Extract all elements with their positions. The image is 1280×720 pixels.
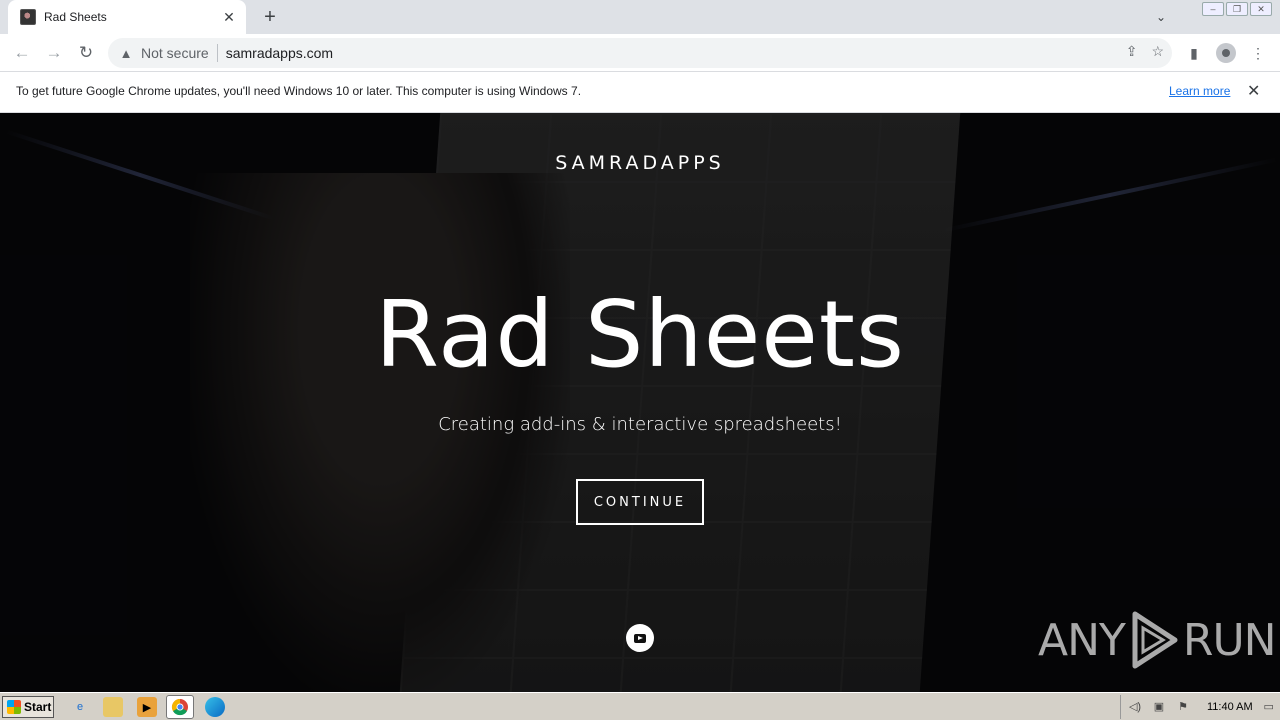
- windows-logo-icon: [7, 700, 21, 714]
- watermark-left-text: ANY: [1038, 614, 1126, 666]
- infobar-message: To get future Google Chrome updates, you…: [16, 84, 582, 98]
- system-tray: ◁) ▣ ⚑ 11:40 AM ▭: [1120, 695, 1280, 719]
- watermark-play-icon: [1132, 611, 1178, 669]
- show-desktop-icon[interactable]: ▭: [1261, 700, 1277, 714]
- address-bar-actions: ⇪ ☆: [1126, 43, 1164, 60]
- window-controls: – ❐ ✕: [1202, 2, 1272, 16]
- tab-title: Rad Sheets: [44, 10, 107, 24]
- site-favicon-icon: [20, 9, 36, 25]
- anyrun-watermark: ANY RUN: [1038, 610, 1277, 670]
- update-infobar: To get future Google Chrome updates, you…: [0, 72, 1280, 113]
- browser-toolbar: ← → ↻ ▲ Not secure samradapps.com ⇪ ☆ ▮ …: [0, 34, 1280, 72]
- youtube-icon[interactable]: [626, 624, 654, 652]
- browser-tab[interactable]: Rad Sheets ✕: [8, 0, 246, 34]
- edge-icon[interactable]: [205, 697, 225, 717]
- minimize-icon[interactable]: –: [1202, 2, 1224, 16]
- close-tab-icon[interactable]: ✕: [218, 6, 240, 28]
- start-button[interactable]: Start: [2, 696, 54, 718]
- file-explorer-icon[interactable]: [103, 697, 123, 717]
- back-arrow-icon[interactable]: ←: [10, 41, 34, 65]
- tab-strip: Rad Sheets ✕ + ⌄ – ❐ ✕: [0, 0, 1280, 34]
- chrome-taskbar-icon[interactable]: [166, 695, 194, 719]
- action-center-flag-icon[interactable]: ⚑: [1175, 700, 1191, 714]
- url-text[interactable]: samradapps.com: [226, 45, 333, 61]
- restore-icon[interactable]: ❐: [1226, 2, 1248, 16]
- network-icon[interactable]: ▣: [1151, 700, 1167, 714]
- bookmark-star-icon[interactable]: ☆: [1151, 43, 1164, 60]
- address-separator: [216, 44, 218, 62]
- warning-triangle-icon[interactable]: ▲: [118, 45, 134, 61]
- volume-icon[interactable]: ◁): [1127, 700, 1143, 714]
- site-brand[interactable]: SAMRADAPPS: [0, 152, 1280, 174]
- watermark-right-text: RUN: [1182, 614, 1277, 666]
- address-bar[interactable]: ▲ Not secure samradapps.com ⇪ ☆: [108, 38, 1172, 68]
- profile-button[interactable]: [1214, 41, 1238, 65]
- chrome-logo-icon: [171, 698, 188, 716]
- profile-avatar-icon: [1216, 43, 1236, 63]
- learn-more-link[interactable]: Learn more: [1169, 84, 1230, 98]
- reload-icon[interactable]: ↻: [74, 41, 98, 65]
- youtube-play-icon: [634, 633, 646, 643]
- close-window-icon[interactable]: ✕: [1250, 2, 1272, 16]
- side-panel-icon[interactable]: ▮: [1182, 41, 1206, 65]
- hero-subtitle: Creating add-ins & interactive spreadshe…: [438, 414, 842, 435]
- internet-explorer-icon[interactable]: e: [70, 697, 90, 717]
- dark-overlay: [0, 113, 1280, 692]
- infobar-close-icon[interactable]: ✕: [1247, 81, 1260, 101]
- new-tab-button[interactable]: +: [258, 5, 282, 29]
- hero-title: Rad Sheets: [375, 281, 905, 388]
- media-player-icon[interactable]: ▶: [137, 697, 157, 717]
- windows-taskbar: Start e ▶ ◁) ▣ ⚑ 11:40 AM ▭: [0, 692, 1280, 720]
- share-icon[interactable]: ⇪: [1126, 43, 1138, 60]
- menu-kebab-icon[interactable]: ⋮: [1246, 41, 1270, 65]
- forward-arrow-icon[interactable]: →: [42, 41, 66, 65]
- start-label: Start: [24, 700, 52, 714]
- continue-button[interactable]: CONTINUE: [576, 479, 704, 525]
- taskbar-clock[interactable]: 11:40 AM: [1207, 701, 1253, 713]
- tab-search-chevron-icon[interactable]: ⌄: [1151, 7, 1171, 27]
- security-label[interactable]: Not secure: [141, 45, 209, 61]
- hero-section: SAMRADAPPS Rad Sheets Creating add-ins &…: [0, 113, 1280, 692]
